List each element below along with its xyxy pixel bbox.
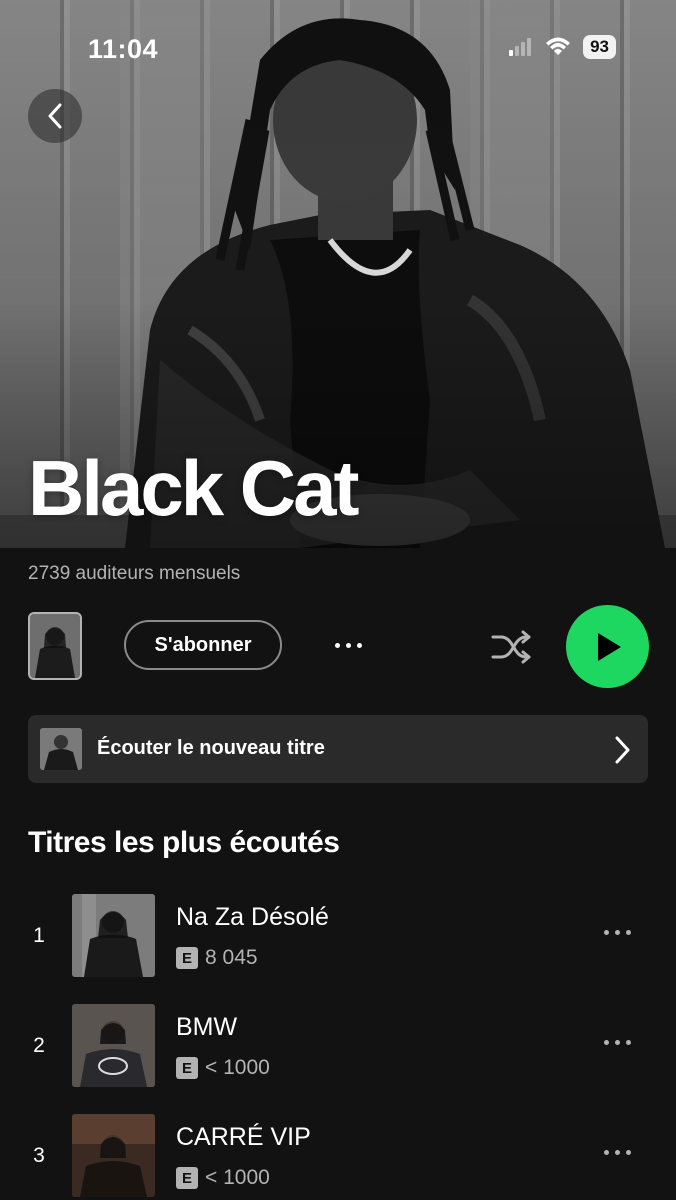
track-more-button[interactable]: [604, 1040, 631, 1045]
track-meta: E 8 045: [176, 946, 258, 970]
track-meta: E < 1000: [176, 1056, 270, 1080]
more-options-button[interactable]: [326, 630, 370, 660]
track-more-button[interactable]: [604, 1150, 631, 1155]
track-meta: E < 1000: [176, 1166, 270, 1190]
ellipsis-icon: [604, 930, 609, 935]
track-artwork-image: [72, 1004, 155, 1087]
artist-hero: 11:04 93 Black Cat: [0, 0, 676, 548]
ellipsis-dot: [626, 1040, 631, 1045]
chevron-right-icon: [615, 736, 630, 764]
explicit-badge: E: [176, 1167, 198, 1189]
track-artwork: [72, 894, 155, 977]
track-plays: 8 045: [205, 946, 258, 969]
track-rank: 2: [33, 1034, 45, 1057]
status-icons: 93: [509, 35, 616, 59]
explicit-badge: E: [176, 1057, 198, 1079]
ellipsis-icon: [604, 1150, 609, 1155]
track-artwork: [72, 1114, 155, 1197]
battery-icon: 93: [583, 35, 616, 59]
artist-thumbnail[interactable]: [28, 612, 82, 680]
ellipsis-dot: [615, 1040, 620, 1045]
wifi-icon: [546, 37, 571, 55]
top-tracks-title: Titres les plus écoutés: [28, 826, 340, 859]
track-rank: 3: [33, 1144, 45, 1167]
new-release-banner[interactable]: Écouter le nouveau titre: [28, 715, 648, 783]
track-row[interactable]: 1 Na Za Désolé E 8 045: [0, 894, 676, 980]
ellipsis-dot: [626, 1150, 631, 1155]
follow-button[interactable]: S'abonner: [124, 620, 282, 670]
new-release-artwork: [40, 728, 82, 770]
track-row[interactable]: 3 CARRÉ VIP E < 1000: [0, 1114, 676, 1200]
ellipsis-dot: [356, 642, 362, 648]
chevron-left-icon: [48, 103, 62, 129]
new-release-artwork-image: [40, 728, 82, 770]
track-title: CARRÉ VIP: [176, 1123, 311, 1151]
track-artwork-image: [72, 1114, 155, 1197]
track-row[interactable]: 2 BMW E < 1000: [0, 1004, 676, 1090]
track-title: Na Za Désolé: [176, 903, 329, 931]
track-artwork: [72, 1004, 155, 1087]
ellipsis-dot: [615, 1150, 620, 1155]
track-more-button[interactable]: [604, 930, 631, 935]
shuffle-icon: [491, 630, 531, 664]
track-plays: < 1000: [205, 1056, 270, 1079]
track-rank: 1: [33, 924, 45, 947]
track-title: BMW: [176, 1013, 238, 1041]
shuffle-button[interactable]: [488, 624, 534, 670]
signal-icon: [509, 38, 532, 56]
status-time: 11:04: [88, 34, 159, 64]
play-icon: [597, 632, 621, 661]
artist-thumbnail-image: [30, 614, 80, 678]
monthly-listeners: 2739 auditeurs mensuels: [28, 563, 241, 584]
back-button[interactable]: [28, 89, 82, 143]
artist-name: Black Cat: [28, 444, 359, 532]
play-button[interactable]: [566, 605, 649, 688]
ellipsis-dot: [345, 642, 351, 648]
track-plays: < 1000: [205, 1166, 270, 1189]
explicit-badge: E: [176, 947, 198, 969]
ellipsis-dot: [626, 930, 631, 935]
ellipsis-dot: [615, 930, 620, 935]
new-release-label: Écouter le nouveau titre: [97, 737, 325, 759]
ellipsis-icon: [604, 1040, 609, 1045]
ellipsis-icon: [334, 642, 340, 648]
track-artwork-image: [72, 894, 155, 977]
